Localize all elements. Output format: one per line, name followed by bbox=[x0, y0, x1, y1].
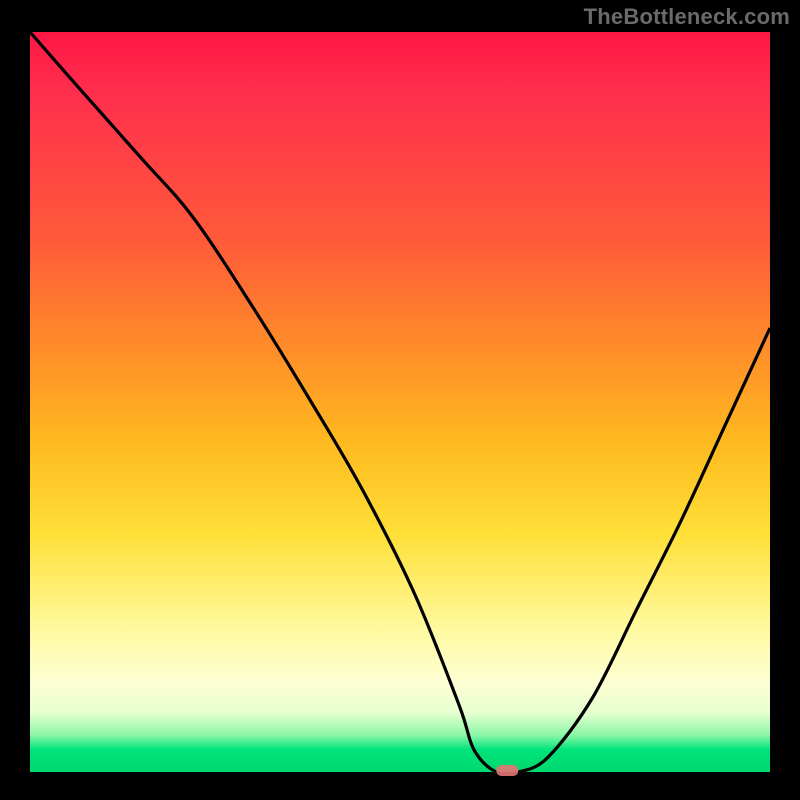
bottleneck-curve bbox=[30, 32, 770, 772]
chart-frame: TheBottleneck.com bbox=[0, 0, 800, 800]
curve-path bbox=[30, 32, 770, 774]
watermark-text: TheBottleneck.com bbox=[584, 4, 790, 30]
minimum-marker bbox=[496, 765, 518, 776]
plot-area bbox=[30, 32, 770, 772]
